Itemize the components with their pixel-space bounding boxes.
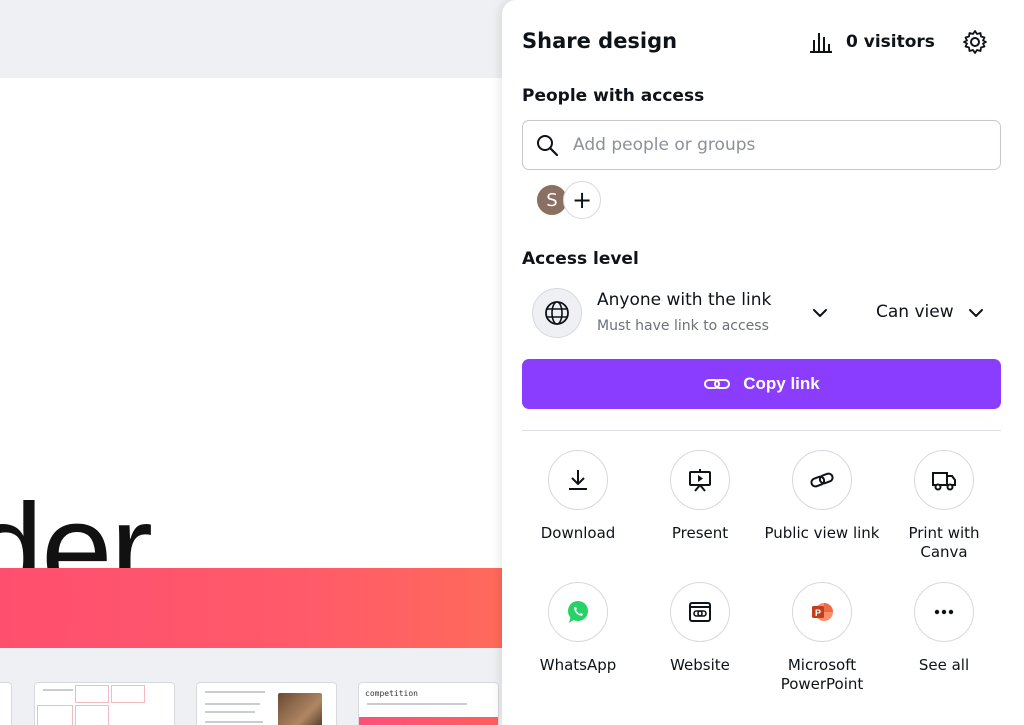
public-view-link-label: Public view link bbox=[764, 524, 880, 542]
website-icon bbox=[689, 602, 711, 622]
divider bbox=[522, 430, 1001, 431]
add-person-button[interactable]: + bbox=[563, 181, 601, 219]
copy-link-label: Copy link bbox=[743, 374, 820, 393]
download-icon bbox=[569, 470, 587, 490]
link-icon bbox=[704, 379, 731, 389]
see-all-label: See all bbox=[918, 656, 970, 674]
present-option[interactable]: Present bbox=[639, 450, 761, 543]
print-with-canva-option[interactable]: Print with Canva bbox=[883, 450, 1005, 562]
page-thumbnail[interactable] bbox=[196, 682, 337, 725]
microsoft-powerpoint-label: Microsoft PowerPoint bbox=[780, 656, 864, 693]
copy-link-button[interactable]: Copy link bbox=[522, 359, 1001, 409]
page-thumbnails-strip: competition bbox=[0, 648, 502, 725]
page-thumbnail[interactable]: competition bbox=[358, 682, 499, 725]
thumbnail-title: competition bbox=[365, 689, 418, 698]
visitors-count: 0 visitors bbox=[846, 32, 935, 52]
permission-dropdown[interactable]: Can view bbox=[876, 302, 954, 322]
people-with-access-label: People with access bbox=[522, 86, 705, 106]
bar-chart-icon bbox=[810, 33, 832, 53]
present-label: Present bbox=[671, 524, 729, 542]
chevron-down-icon[interactable] bbox=[810, 303, 830, 323]
microsoft-powerpoint-option[interactable]: P Microsoft PowerPoint bbox=[761, 582, 883, 694]
present-icon bbox=[689, 469, 711, 492]
website-label: Website bbox=[670, 656, 730, 674]
design-canvas[interactable]: der bbox=[0, 78, 502, 648]
download-option[interactable]: Download bbox=[517, 450, 639, 543]
public-view-link-option[interactable]: Public view link bbox=[761, 450, 883, 543]
page-thumbnail[interactable] bbox=[0, 682, 12, 725]
search-input[interactable] bbox=[573, 135, 993, 155]
canvas-gradient-band bbox=[0, 568, 502, 648]
globe-icon bbox=[532, 288, 582, 338]
search-icon bbox=[537, 135, 559, 157]
gear-icon[interactable] bbox=[962, 29, 988, 55]
whatsapp-label: WhatsApp bbox=[539, 656, 617, 674]
website-option[interactable]: Website bbox=[639, 582, 761, 675]
powerpoint-icon: P bbox=[812, 603, 833, 621]
svg-text:P: P bbox=[815, 608, 821, 618]
add-people-search[interactable] bbox=[522, 120, 1001, 170]
truck-icon bbox=[932, 472, 956, 491]
download-label: Download bbox=[540, 524, 616, 542]
access-level-label: Access level bbox=[522, 249, 639, 269]
access-option-dropdown[interactable]: Anyone with the link bbox=[597, 290, 771, 310]
page-thumbnail[interactable] bbox=[34, 682, 175, 725]
whatsapp-icon bbox=[568, 601, 588, 623]
link-icon bbox=[810, 472, 834, 488]
chevron-down-icon[interactable] bbox=[966, 303, 986, 323]
print-with-canva-label: Print with Canva bbox=[908, 524, 980, 561]
panel-title: Share design bbox=[522, 29, 678, 53]
visitors-button[interactable]: 0 visitors bbox=[808, 30, 935, 54]
access-option-hint: Must have link to access bbox=[597, 318, 769, 334]
see-all-option[interactable]: See all bbox=[883, 582, 1005, 675]
more-icon bbox=[934, 609, 954, 615]
whatsapp-option[interactable]: WhatsApp bbox=[517, 582, 639, 675]
share-design-panel: Share design 0 visitors People with acce… bbox=[502, 0, 1024, 725]
